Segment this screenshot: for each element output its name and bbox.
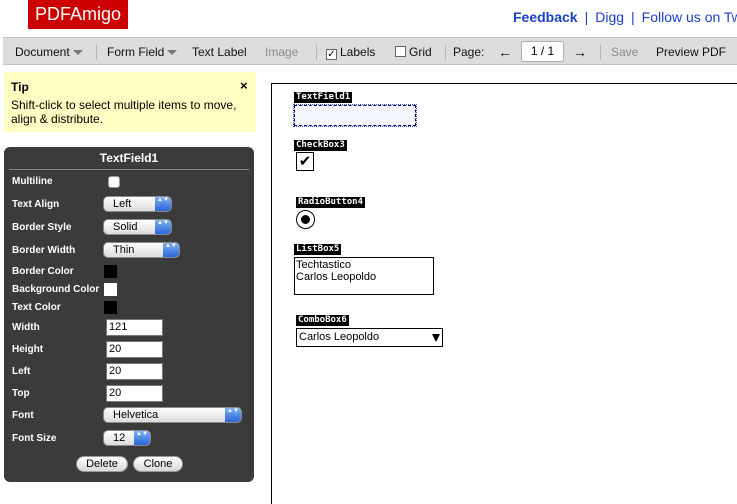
checkmark-icon: ✔ — [298, 153, 312, 170]
tip-box: Tip × Shift-click to select multiple ite… — [4, 72, 256, 132]
text-color-label: Text Color — [12, 302, 61, 313]
top-input[interactable]: 20 — [106, 385, 163, 402]
page-label: Page: — [453, 45, 485, 59]
checkbox-widget[interactable]: ✔ — [296, 152, 314, 171]
clone-button[interactable]: Clone — [133, 456, 183, 472]
next-page-arrow-icon[interactable]: → — [573, 38, 587, 66]
close-icon[interactable]: × — [240, 78, 248, 93]
border-width-select[interactable]: Thin ▲▼ — [103, 242, 180, 258]
background-color-label: Background Color — [12, 284, 100, 295]
listbox-widget[interactable]: Techtastico Carlos Leopoldo — [294, 257, 434, 295]
document-menu[interactable]: Document — [15, 38, 83, 66]
height-input[interactable]: 20 — [106, 341, 163, 358]
font-select[interactable]: Helvetica ▲▼ — [103, 407, 242, 423]
select-arrows-icon: ▲▼ — [134, 431, 150, 445]
radio-dot-icon — [301, 215, 310, 224]
save-button[interactable]: Save — [611, 38, 638, 66]
image-button[interactable]: Image — [265, 38, 298, 66]
list-item[interactable]: Carlos Leopoldo — [296, 271, 433, 283]
field-tag-textfield: TextField1 — [294, 92, 353, 103]
labels-checkbox[interactable]: ✓ — [326, 49, 337, 60]
toolbar-divider — [96, 45, 97, 60]
grid-toggle-label: Grid — [409, 45, 432, 59]
text-align-value: Left — [113, 198, 132, 210]
dropdown-arrow-icon — [432, 334, 440, 342]
select-arrows-icon: ▲▼ — [155, 197, 171, 211]
height-label: Height — [12, 344, 44, 355]
preview-pdf-button[interactable]: Preview PDF — [656, 38, 726, 66]
select-arrows-icon: ▲▼ — [163, 243, 179, 257]
link-separator: | — [631, 9, 635, 25]
toolbar: Document Form Field Text Label Image ✓ La… — [3, 37, 737, 65]
border-style-label: Border Style — [12, 222, 72, 233]
grid-toggle[interactable]: Grid — [395, 38, 432, 66]
field-tag-checkbox: CheckBox3 — [294, 140, 347, 151]
top-links: Feedback | Digg | Follow us on Tw — [513, 9, 737, 25]
feedback-link[interactable]: Feedback — [513, 9, 578, 25]
toolbar-divider — [445, 45, 446, 60]
dropdown-arrow-icon — [72, 50, 83, 56]
properties-panel: TextField1 Multiline Text Align Left ▲▼ B… — [4, 147, 254, 482]
text-field-widget[interactable] — [293, 104, 417, 127]
form-field-menu-label: Form Field — [107, 45, 165, 59]
left-label: Left — [12, 366, 31, 377]
border-width-label: Border Width — [12, 245, 76, 256]
field-tag-radio: RadioButton4 — [296, 197, 366, 208]
tip-title: Tip — [11, 80, 29, 94]
panel-title: TextField1 — [99, 151, 159, 165]
width-input[interactable]: 121 — [106, 319, 163, 336]
delete-button[interactable]: Delete — [76, 456, 128, 472]
grid-checkbox[interactable] — [395, 46, 406, 57]
text-align-select[interactable]: Left ▲▼ — [103, 196, 172, 212]
digg-link[interactable]: Digg — [595, 9, 624, 25]
tip-text: Shift-click to select multiple items to … — [11, 98, 237, 126]
page-indicator[interactable]: 1 / 1 — [521, 41, 564, 62]
multiline-checkbox[interactable] — [108, 176, 120, 188]
text-color-swatch[interactable] — [104, 301, 117, 314]
background-color-swatch[interactable] — [104, 283, 117, 296]
top-label: Top — [12, 388, 30, 399]
border-style-value: Solid — [113, 221, 138, 233]
font-size-select[interactable]: 12 ▲▼ — [103, 430, 151, 446]
labels-toggle[interactable]: ✓ Labels — [326, 38, 375, 66]
font-label: Font — [12, 410, 34, 421]
font-size-label: Font Size — [12, 433, 57, 444]
font-value: Helvetica — [113, 409, 159, 421]
form-field-menu[interactable]: Form Field — [107, 38, 178, 66]
list-item[interactable]: Techtastico — [296, 259, 433, 271]
border-width-value: Thin — [113, 244, 135, 256]
select-arrows-icon: ▲▼ — [225, 408, 241, 422]
border-color-label: Border Color — [12, 266, 74, 277]
panel-divider — [9, 169, 249, 170]
prev-page-arrow-icon[interactable]: ← — [498, 38, 512, 66]
combobox-value: Carlos Leopoldo — [299, 331, 380, 343]
field-tag-listbox: ListBox5 — [294, 244, 342, 255]
radio-button-widget[interactable] — [296, 210, 315, 229]
field-tag-combobox: ComboBox6 — [296, 315, 349, 326]
font-size-value: 12 — [113, 432, 126, 444]
pdf-canvas[interactable]: TextField1 CheckBox3 ✔ RadioButton4 List… — [271, 83, 737, 504]
toolbar-divider — [316, 45, 317, 60]
border-color-swatch[interactable] — [104, 265, 117, 278]
left-input[interactable]: 20 — [106, 363, 163, 380]
text-label-button[interactable]: Text Label — [192, 38, 247, 66]
combobox-widget[interactable]: Carlos Leopoldo — [296, 328, 443, 347]
toolbar-divider — [600, 45, 601, 60]
multiline-label: Multiline — [12, 176, 53, 187]
width-label: Width — [12, 322, 40, 333]
labels-toggle-label: Labels — [340, 45, 376, 59]
border-style-select[interactable]: Solid ▲▼ — [103, 219, 172, 235]
document-menu-label: Document — [15, 45, 70, 59]
pdfamigo-logo[interactable]: PDFAmigo — [28, 0, 128, 29]
text-align-label: Text Align — [12, 199, 60, 210]
dropdown-arrow-icon — [167, 50, 178, 56]
link-separator: | — [584, 9, 589, 25]
follow-us-link[interactable]: Follow us on Tw — [642, 9, 737, 25]
select-arrows-icon: ▲▼ — [155, 220, 171, 234]
